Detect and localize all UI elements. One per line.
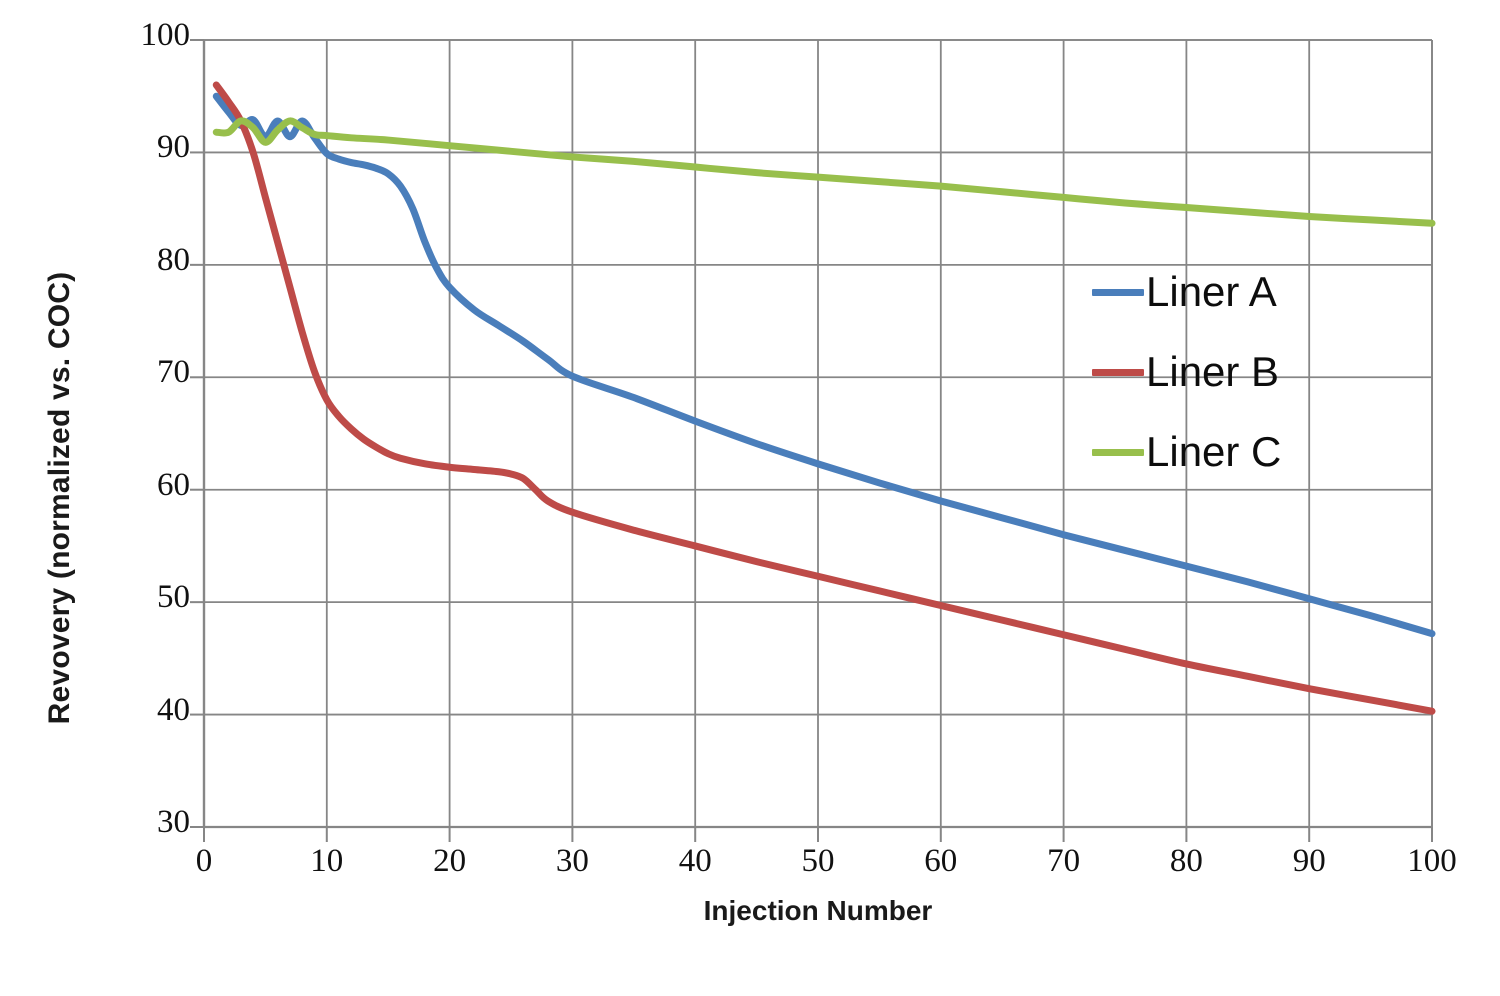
legend-swatch-icon [1092,288,1144,296]
x-tick-label: 40 [678,843,712,879]
x-axis-title: Injection Number [703,895,933,926]
legend-item-liner-c[interactable]: Liner C [1092,412,1322,492]
x-tick-label: 50 [801,843,835,879]
series-line-liner-c [212,117,1436,227]
legend-item-liner-a[interactable]: Liner A [1092,252,1322,332]
x-axis-tick-labels: 0 10 20 30 40 50 60 70 80 90 100 [0,845,1500,895]
legend-swatch-icon [1092,448,1144,456]
legend-label: Liner A [1146,268,1277,315]
chart-figure: Revovery (normalized vs. COC) 30 40 50 60 70… [0,0,1500,996]
x-tick-label: 10 [310,843,344,879]
legend-label: Liner C [1146,428,1282,475]
x-tick-label: 60 [924,843,958,879]
x-tick-label: 20 [433,843,467,879]
legend-label: Liner B [1146,348,1280,395]
x-tick-label: 70 [1047,843,1081,879]
x-tick-label: 100 [1407,843,1457,879]
chart-legend: Liner A Liner B Liner C [1092,252,1322,492]
x-tick-label: 0 [195,843,213,879]
x-tick-label: 30 [555,843,589,879]
x-tick-label: 90 [1292,843,1326,879]
x-tick-label: 80 [1169,843,1203,879]
legend-item-liner-b[interactable]: Liner B [1092,332,1322,412]
legend-swatch-icon [1092,368,1144,376]
